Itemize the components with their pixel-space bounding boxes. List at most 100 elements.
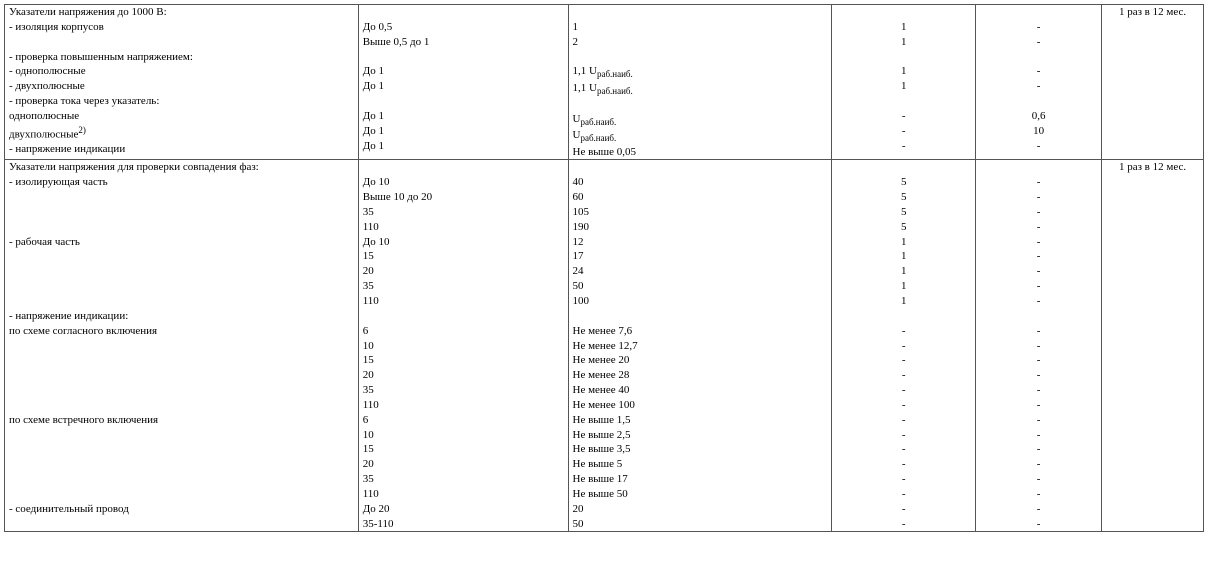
cell-periodicity: 1 раз в 12 мес. <box>1102 5 1204 160</box>
text: - <box>980 279 1097 294</box>
text: 12 <box>573 235 828 250</box>
text: - <box>836 368 971 383</box>
text: Не выше 3,5 <box>573 442 828 457</box>
text: - <box>836 442 971 457</box>
text: - <box>980 35 1097 50</box>
text: 35-110 <box>363 517 564 532</box>
text: 10 <box>363 428 564 443</box>
text <box>363 94 564 109</box>
text: Указатели напряжения для проверки совпад… <box>9 160 354 175</box>
text: по схеме согласного включения <box>9 324 354 339</box>
text <box>9 220 354 235</box>
text <box>363 160 564 175</box>
text: - <box>836 428 971 443</box>
text: - <box>980 175 1097 190</box>
text: - <box>836 383 971 398</box>
subscript: раб.наиб. <box>597 86 633 96</box>
text <box>9 249 354 264</box>
text: Указатели напряжения до 1000 В: <box>9 5 354 20</box>
text: - <box>980 428 1097 443</box>
text: 20 <box>573 502 828 517</box>
text <box>573 97 828 112</box>
cell-current: - - - - - - - - - - - - - - - - - - - - … <box>976 160 1102 532</box>
text: Не выше 17 <box>573 472 828 487</box>
text: 20 <box>363 457 564 472</box>
text: 2 <box>573 35 828 50</box>
text: 5 <box>836 205 971 220</box>
text: - <box>836 398 971 413</box>
text <box>9 279 354 294</box>
text: 24 <box>573 264 828 279</box>
text <box>573 5 828 20</box>
text: 15 <box>363 353 564 368</box>
text <box>9 339 354 354</box>
text: 6 <box>363 324 564 339</box>
text: 105 <box>573 205 828 220</box>
text: 50 <box>573 517 828 532</box>
text: Uраб.наиб. <box>573 112 828 128</box>
text: 110 <box>363 487 564 502</box>
text: - напряжение индикации: <box>9 309 354 324</box>
text: Не менее 28 <box>573 368 828 383</box>
subscript: раб.наиб. <box>580 133 616 143</box>
text: однополюсные <box>9 109 354 124</box>
text: - <box>836 487 971 502</box>
text: 5 <box>836 220 971 235</box>
text <box>980 5 1097 20</box>
text: - <box>980 324 1097 339</box>
text <box>9 398 354 413</box>
subscript: раб.наиб. <box>597 70 633 80</box>
text: Не менее 100 <box>573 398 828 413</box>
text: - <box>980 205 1097 220</box>
cell-range: До 10 Выше 10 до 20 35 110 До 10 15 20 3… <box>358 160 568 532</box>
text: Не менее 12,7 <box>573 339 828 354</box>
text: Не выше 2,5 <box>573 428 828 443</box>
text: Не выше 0,05 <box>573 145 828 160</box>
text: - <box>980 20 1097 35</box>
text <box>836 309 971 324</box>
text <box>836 160 971 175</box>
text: - <box>980 502 1097 517</box>
standards-table: Указатели напряжения до 1000 В: - изоляц… <box>4 4 1204 532</box>
text: 1 <box>836 35 971 50</box>
text: - <box>836 139 971 154</box>
text: 15 <box>363 442 564 457</box>
text: - рабочая часть <box>9 235 354 250</box>
text: 35 <box>363 383 564 398</box>
text: 5 <box>836 190 971 205</box>
text <box>9 205 354 220</box>
text: 110 <box>363 294 564 309</box>
text: - <box>980 472 1097 487</box>
text: 1 <box>836 249 971 264</box>
text: 10 <box>980 124 1097 139</box>
subscript: раб.наиб. <box>580 117 616 127</box>
text: Не менее 40 <box>573 383 828 398</box>
text: 60 <box>573 190 828 205</box>
text: - <box>980 235 1097 250</box>
text: 50 <box>573 279 828 294</box>
text: До 1 <box>363 79 564 94</box>
text <box>9 368 354 383</box>
cell-duration: 5 5 5 5 1 1 1 1 1 - - - - - - - - - - - … <box>832 160 976 532</box>
text: Не менее 20 <box>573 353 828 368</box>
text: 17 <box>573 249 828 264</box>
text: 1,1 U <box>573 65 597 77</box>
text: 20 <box>363 368 564 383</box>
text: двухполюсные2) <box>9 124 354 143</box>
text <box>573 50 828 65</box>
text: Не выше 5 <box>573 457 828 472</box>
text: Не выше 50 <box>573 487 828 502</box>
text: 1,1 U <box>573 82 597 94</box>
text <box>363 5 564 20</box>
text: - <box>980 442 1097 457</box>
text: До 20 <box>363 502 564 517</box>
cell-value: 40 60 105 190 12 17 24 50 100 Не менее 7… <box>568 160 832 532</box>
text: - соединительный провод <box>9 502 354 517</box>
text <box>9 517 354 532</box>
text: - <box>980 264 1097 279</box>
text: - <box>980 398 1097 413</box>
text: Uраб.наиб. <box>573 128 828 144</box>
table-row: Указатели напряжения до 1000 В: - изоляц… <box>5 5 1204 160</box>
text <box>9 264 354 279</box>
text <box>980 309 1097 324</box>
